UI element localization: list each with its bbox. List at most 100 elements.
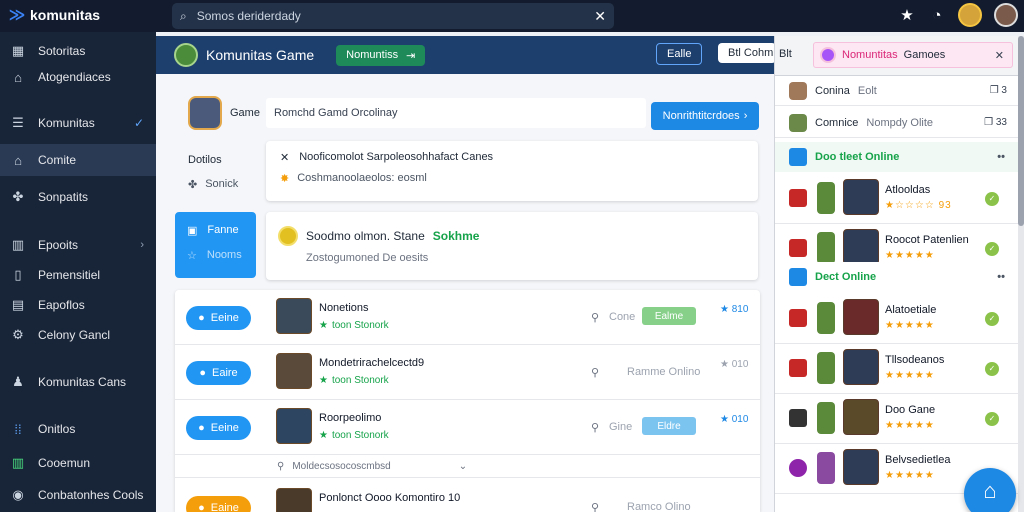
sidebar-item-sonpatits[interactable]: ✤ Sonpatits: [0, 184, 156, 210]
gem-icon: [789, 239, 807, 257]
clear-search-icon[interactable]: ✕: [594, 8, 606, 25]
chevron-down-icon[interactable]: ⌄: [459, 461, 467, 477]
sidebar-item-label: Eapoflos: [38, 298, 85, 312]
sonick-label: Sonick: [205, 178, 239, 190]
section-header-dect-online[interactable]: Dect Online ••: [775, 262, 1019, 292]
player-name: Doo Gane: [885, 404, 936, 416]
blue-box-label-1: Fanne: [207, 224, 239, 236]
sidebar-item-komunitas-cans[interactable]: ♟ Komunitas Cans: [0, 369, 156, 395]
sidebar-item-celony-gancl[interactable]: ⚙ Celony Gancl: [0, 322, 156, 348]
row-status: Gine: [609, 421, 633, 433]
star-icon: ★: [319, 430, 328, 441]
app-logo[interactable]: ≫ komunitas: [8, 6, 100, 24]
more-icon[interactable]: ••: [997, 271, 1005, 283]
gem-icon: [789, 459, 807, 477]
table-row[interactable]: ● Eeine Nonetions ★ toon Stonork ⚲ Cone Ea…: [175, 290, 760, 345]
row-name: Mondetrirachelcectd9: [319, 357, 425, 369]
row-status: Ramme Onlino: [627, 366, 701, 378]
game-thumbnail: [276, 488, 312, 512]
game-label: Game: [230, 107, 260, 119]
sonick-item[interactable]: ✤ Sonick: [188, 178, 238, 191]
sidebar-item-atogendiaces[interactable]: ⌂ Atogendiaces: [0, 64, 156, 90]
sidebar-item-sotoritas[interactable]: ▦ Sotoritas: [0, 38, 156, 64]
more-icon[interactable]: ••: [997, 151, 1005, 163]
status-badge[interactable]: Nomuntiss ⇥: [336, 44, 426, 66]
row-meta: ★ toon Stonork: [319, 320, 389, 331]
user-avatar[interactable]: [994, 3, 1018, 27]
row-status: Cone: [609, 311, 636, 323]
list-item[interactable]: Conina Eolt ❐ 3: [775, 76, 1019, 106]
close-icon[interactable]: ✕: [280, 151, 289, 164]
sidebar-item-label: Pemensitiel: [38, 268, 101, 282]
sidebar-item-comite[interactable]: ⌂ Comite: [0, 144, 156, 176]
row-tag[interactable]: Ealme: [642, 307, 696, 325]
promo-banner[interactable]: Soodmo olmon. Stane Sokhme Zostogumoned …: [266, 212, 758, 280]
row-action-button[interactable]: ● Eaire: [186, 361, 251, 385]
link-icon: ⚲: [277, 461, 285, 472]
blue-action-box[interactable]: ▣ Fanne ☆ Nooms: [175, 212, 256, 278]
list-icon: ☰: [12, 115, 24, 130]
table-icon: ▤: [11, 297, 25, 312]
list-item[interactable]: Comnice Nompdy Olite ❐ 33: [775, 108, 1019, 138]
grid-icon: ▦: [11, 43, 25, 58]
banner-title: Soodmo olmon. Stane: [306, 229, 425, 243]
sidebar-item-label: Onitlos: [38, 422, 76, 436]
sidebar-item-cooemun[interactable]: ▥ Cooemun: [0, 450, 156, 476]
character-icon: [817, 352, 835, 384]
settings-icon: ⚙: [12, 327, 24, 342]
left-labels: Dotilos ✤ Sonick: [188, 154, 238, 203]
link-icon: ⚲: [591, 367, 600, 379]
tab-blt[interactable]: Blt: [777, 42, 807, 68]
scrollbar-thumb[interactable]: [1018, 36, 1024, 226]
search-bar[interactable]: ⌕ Somos deriderdady ✕: [172, 3, 614, 29]
notification-title: Nooficomolot Sarpoleosohhafact Canes: [299, 151, 494, 163]
link-icon: ⚲: [591, 312, 600, 324]
avatar[interactable]: [958, 3, 982, 27]
list-item[interactable]: Atlooldas ★☆☆☆☆ 93 ✓: [775, 174, 1019, 224]
item-name: Conina: [815, 84, 850, 97]
logo-icon: ≫: [8, 7, 26, 24]
table-row[interactable]: ● Eaire Mondetrirachelcectd9 ★ toon Stonor…: [175, 345, 760, 400]
notification-card[interactable]: ✕ Nooficomolot Sarpoleosohhafact Canes ✸ C…: [266, 141, 758, 201]
star-icon[interactable]: ★: [898, 6, 916, 24]
header-button-2[interactable]: Btl Cohmicar: [718, 43, 776, 63]
primary-cta-button[interactable]: Nonrithtitcrdoes ›: [651, 102, 759, 130]
game-thumbnail: [276, 408, 312, 444]
character-icon: [817, 182, 835, 214]
list-item[interactable]: Tllsodeanos ★★★★★ ✓: [775, 344, 1019, 394]
row-action-button[interactable]: ● Eeine: [186, 306, 251, 330]
notification-icon[interactable]: ◔: [928, 7, 946, 24]
home-fab-button[interactable]: ⌂: [964, 468, 1016, 512]
list-item[interactable]: Doo Gane ★★★★★ ✓: [775, 394, 1019, 444]
check-icon: ✓: [985, 192, 999, 206]
badge-label: Nomuntiss: [346, 48, 399, 61]
sidebar-item-eapoflos[interactable]: ▤ Eapoflos: [0, 292, 156, 318]
table-row[interactable]: ● Eaine Ponlonct Oooo Komontiro 10 ⚲ Ramc…: [175, 480, 760, 512]
row-action-button[interactable]: ● Eaine: [186, 496, 251, 512]
sidebar-item-conbatonhes-cools[interactable]: ◉ Conbatonhes Cools: [0, 482, 156, 508]
search-input[interactable]: Somos deriderdady: [197, 9, 301, 23]
sidebar-item-onitlos[interactable]: ⁞⁞ Onitlos: [0, 416, 156, 442]
tab-komunitas[interactable]: Nomuntitas Gamoes ✕: [813, 42, 1013, 68]
section-header-online[interactable]: Doo tleet Online ••: [775, 142, 1019, 172]
blue-box-label-2: Nooms: [206, 249, 242, 261]
top-bar: ≫ komunitas ⌕ Somos deriderdady ✕ ★ ◔: [0, 0, 1024, 32]
table-row[interactable]: ● Eeine Roorpeolimo ★ toon Stonork ⚲ Gine …: [175, 400, 760, 455]
list-item[interactable]: Alatoetiale ★★★★★ ✓: [775, 294, 1019, 344]
check-icon: ✓: [985, 362, 999, 376]
row-action-button[interactable]: ● Eeine: [186, 416, 251, 440]
sidebar-item-label: Komunitas Cans: [38, 375, 127, 389]
game-thumbnail: [843, 399, 879, 435]
meta-label: toon Stonork: [331, 430, 389, 441]
header-button-1[interactable]: Ealle: [656, 43, 703, 65]
close-icon[interactable]: ✕: [995, 49, 1004, 62]
search-icon: ⌕: [180, 8, 187, 23]
scrollbar[interactable]: [1018, 36, 1024, 512]
sidebar-item-epooits[interactable]: ▥ Epooits ›: [0, 232, 156, 258]
check-icon: ✓: [985, 242, 999, 256]
game-input[interactable]: Romchd Gamd Orcolinay: [266, 98, 646, 128]
row-tag[interactable]: Eldre: [642, 417, 696, 435]
sidebar-item-pemensitiel[interactable]: ▯ Pemensitiel: [0, 262, 156, 288]
character-icon: [817, 302, 835, 334]
sidebar-item-komunitas[interactable]: ☰ Komunitas ✓: [0, 110, 156, 136]
